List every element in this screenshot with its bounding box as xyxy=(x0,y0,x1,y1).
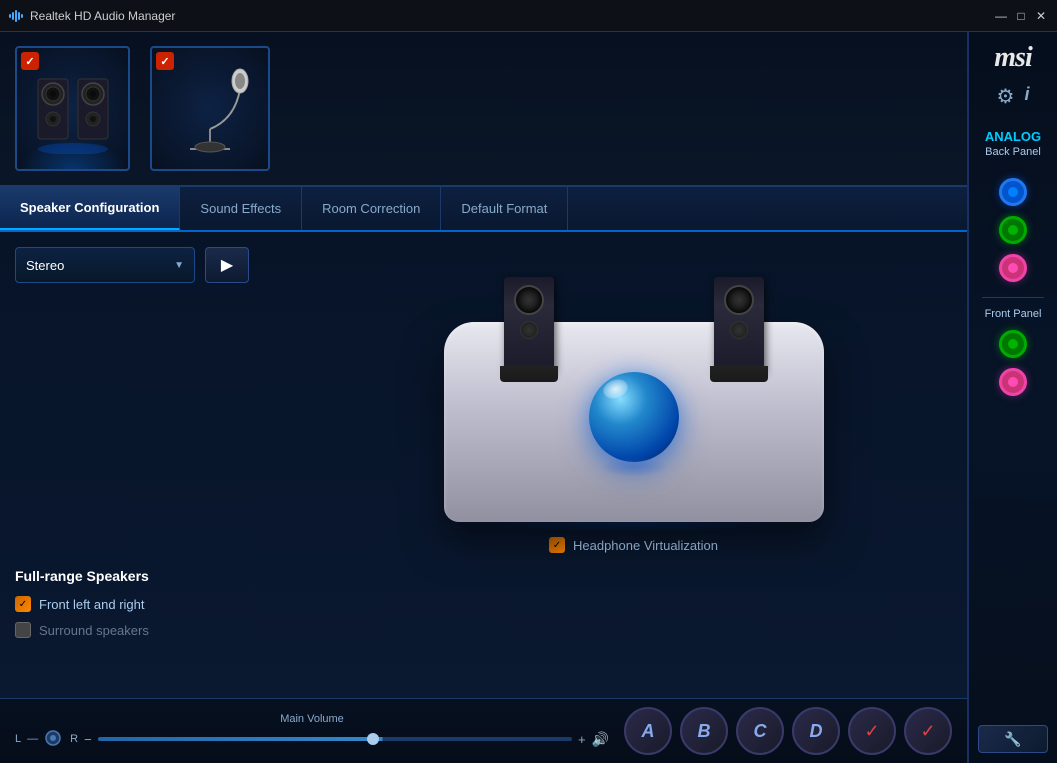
left-speaker-base xyxy=(500,366,558,382)
speaker-widget[interactable]: ✓ xyxy=(15,46,130,171)
title-left: Realtek HD Audio Manager xyxy=(8,8,175,24)
headphone-virt-label: Headphone Virtualization xyxy=(573,538,718,553)
volume-slider[interactable] xyxy=(98,737,572,741)
front-left-right-label: Front left and right xyxy=(39,597,145,612)
volume-row: L — R − + 🔊 xyxy=(15,729,609,749)
app-title: Realtek HD Audio Manager xyxy=(30,9,175,23)
content-area: Stereo ▼ ▶ Full-range Speakers ✓ Front l… xyxy=(0,232,967,698)
play-button[interactable]: ▶ xyxy=(205,247,249,283)
volume-left-label: L xyxy=(15,733,21,745)
restore-button[interactable]: □ xyxy=(1013,8,1029,24)
minimize-button[interactable]: — xyxy=(993,8,1009,24)
volume-section: Main Volume L — R − + xyxy=(15,713,609,749)
tab-default-format[interactable]: Default Format xyxy=(441,187,568,230)
jack-front-pink[interactable] xyxy=(999,368,1027,396)
volume-plus-label: + xyxy=(578,732,586,747)
volume-label: Main Volume xyxy=(280,713,344,725)
front-panel-label: Front Panel xyxy=(985,308,1042,320)
mic-icon xyxy=(165,59,255,159)
jack-back-pink[interactable] xyxy=(999,254,1027,282)
profile-c-button[interactable]: C xyxy=(736,707,784,755)
gear-info-row: ⚙ i xyxy=(997,84,1030,109)
left-speaker-tower[interactable] xyxy=(504,277,554,372)
front-left-right-row: ✓ Front left and right xyxy=(15,596,295,612)
wrench-icon: 🔧 xyxy=(1004,731,1021,748)
profile-buttons: A B C D ✓ ✓ xyxy=(624,707,952,755)
jack-back-green[interactable] xyxy=(999,216,1027,244)
blue-orb xyxy=(589,372,679,462)
volume-speaker-icon: 🔊 xyxy=(592,731,609,748)
full-range-speakers-section: Full-range Speakers ✓ Front left and rig… xyxy=(15,568,295,648)
front-left-right-checkbox[interactable]: ✓ xyxy=(15,596,31,612)
play-icon: ▶ xyxy=(221,255,233,275)
left-speaker-cone-small xyxy=(520,321,538,339)
volume-thumb[interactable] xyxy=(367,733,379,745)
profile-a-button[interactable]: A xyxy=(624,707,672,755)
profile-d-button[interactable]: D xyxy=(792,707,840,755)
tab-room-correction[interactable]: Room Correction xyxy=(302,187,441,230)
gear-icon[interactable]: ⚙ xyxy=(997,84,1015,109)
panel-divider xyxy=(982,297,1044,298)
headphone-virtualization-row: ✓ Headphone Virtualization xyxy=(549,537,718,553)
speaker-icon xyxy=(33,64,113,154)
left-content: Stereo ▼ ▶ Full-range Speakers ✓ Front l… xyxy=(15,242,295,688)
right-panel: msi ⚙ i ANALOG Back Panel Front Panel 🔧 xyxy=(967,32,1057,763)
cancel-button[interactable]: ✓ xyxy=(904,707,952,755)
right-speaker-base xyxy=(710,366,768,382)
right-speaker-tower[interactable] xyxy=(714,277,764,372)
mic-widget[interactable]: ✓ xyxy=(150,46,270,171)
msi-logo: msi xyxy=(994,42,1031,74)
surround-speakers-label: Surround speakers xyxy=(39,623,149,638)
settings-wrench-button[interactable]: 🔧 xyxy=(978,725,1048,753)
back-panel-label: Back Panel xyxy=(985,146,1041,158)
audio-icon xyxy=(8,8,24,24)
profile-b-button[interactable]: B xyxy=(680,707,728,755)
surround-speakers-row: Surround speakers xyxy=(15,622,295,638)
stereo-dropdown[interactable]: Stereo ▼ xyxy=(15,247,195,283)
stereo-row: Stereo ▼ ▶ xyxy=(15,247,295,283)
volume-left-icon: — xyxy=(27,733,38,745)
orb-reflection xyxy=(599,457,669,477)
left-speaker-cone-top xyxy=(514,285,544,315)
tabs-area: Speaker Configuration Sound Effects Room… xyxy=(0,187,967,232)
volume-minus-label: − xyxy=(84,732,92,747)
info-icon[interactable]: i xyxy=(1024,84,1029,109)
title-controls: — □ ✕ xyxy=(993,8,1049,24)
jack-front-green[interactable] xyxy=(999,330,1027,358)
ok-button[interactable]: ✓ xyxy=(848,707,896,755)
left-panel: ✓ xyxy=(0,32,967,763)
volume-right-label: R xyxy=(70,733,78,745)
headphone-virt-checkbox[interactable]: ✓ xyxy=(549,537,565,553)
header-area: ✓ xyxy=(0,32,967,187)
dropdown-arrow-icon: ▼ xyxy=(174,260,184,271)
jack-back-blue[interactable] xyxy=(999,178,1027,206)
close-button[interactable]: ✕ xyxy=(1033,8,1049,24)
main-container: ✓ xyxy=(0,32,1057,763)
speaker-checkmark: ✓ xyxy=(21,52,39,70)
title-bar: Realtek HD Audio Manager — □ ✕ xyxy=(0,0,1057,32)
volume-left-knob-icon xyxy=(44,729,62,747)
mic-checkmark: ✓ xyxy=(156,52,174,70)
cancel-icon: ✓ xyxy=(920,721,935,742)
tab-sound-effects[interactable]: Sound Effects xyxy=(180,187,302,230)
tab-speaker-configuration[interactable]: Speaker Configuration xyxy=(0,187,180,230)
bottom-bar: Main Volume L — R − + xyxy=(0,698,967,763)
surround-speakers-checkbox[interactable] xyxy=(15,622,31,638)
full-range-title: Full-range Speakers xyxy=(15,568,295,584)
speaker-stage xyxy=(424,252,844,522)
right-speaker-cone-small xyxy=(730,321,748,339)
center-content: ✓ Headphone Virtualization xyxy=(315,242,952,688)
ok-icon: ✓ xyxy=(864,721,879,742)
analog-title: ANALOG xyxy=(985,129,1041,144)
right-speaker-cone-top xyxy=(724,285,754,315)
